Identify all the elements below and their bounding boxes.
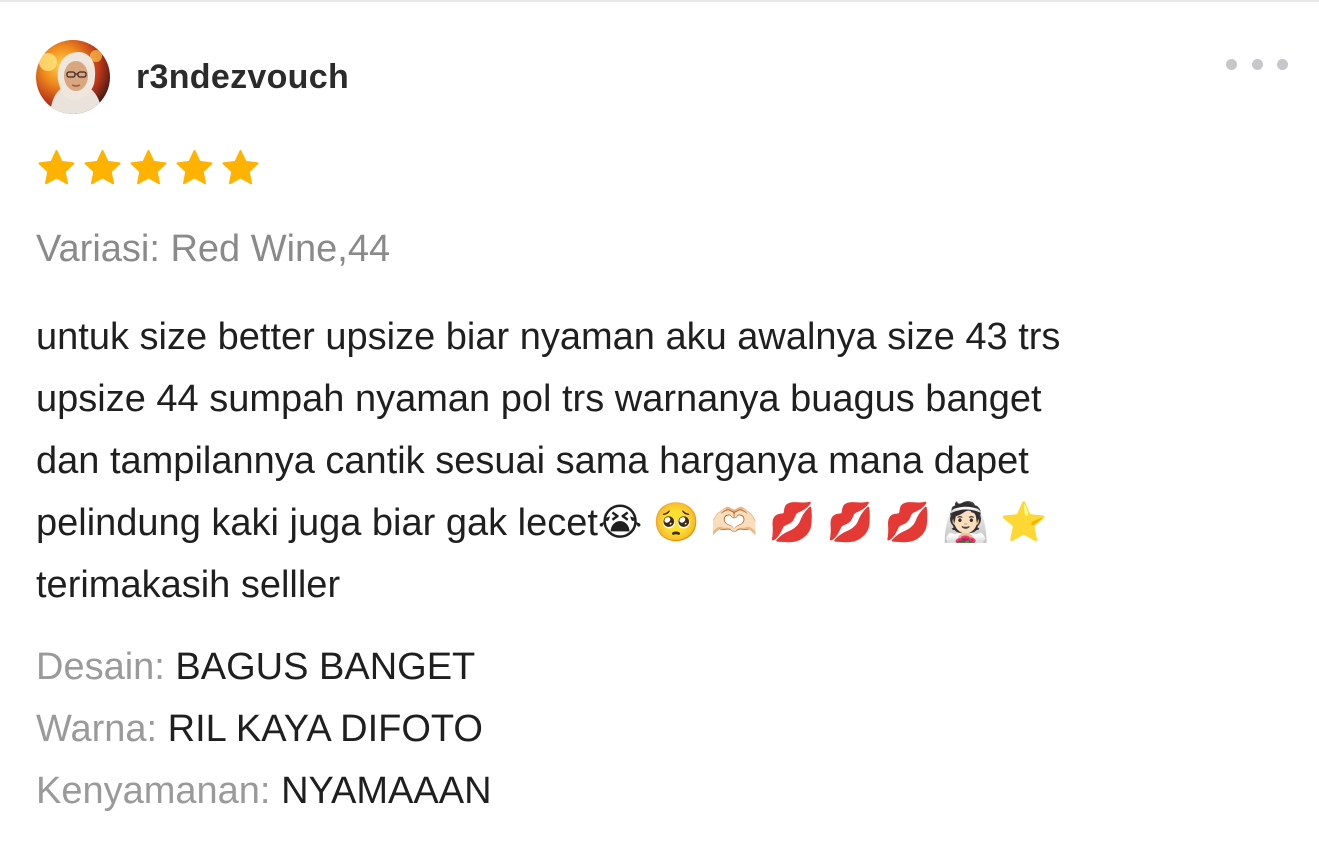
user-avatar-icon — [36, 40, 110, 114]
review-text-line: pelindung kaki juga biar gak lecet😭 🥺 🫶🏻… — [36, 502, 1048, 544]
review-card: r3ndezvouch Variasi: Red Wine,44 untuk s… — [0, 0, 1319, 850]
review-text-line: dan tampilannya cantik sesuai sama harga… — [36, 440, 1029, 482]
star-icon — [128, 148, 169, 188]
star-rating — [36, 148, 261, 188]
divider — [0, 0, 1319, 2]
attribute-label: Desain: — [36, 646, 176, 688]
more-horizontal-icon-dot — [1226, 58, 1237, 70]
attribute-value: BAGUS BANGET — [175, 646, 476, 688]
more-horizontal-icon-dot — [1251, 58, 1263, 70]
variant-label: Variasi: Red Wine,44 — [36, 228, 391, 270]
star-icon — [36, 148, 77, 188]
avatar[interactable] — [36, 40, 110, 114]
review-attributes: Desain: BAGUS BANGET Warna: RIL KAYA DIF… — [36, 636, 492, 822]
review-text-line: untuk size better upsize biar nyaman aku… — [36, 316, 1061, 358]
review-header: r3ndezvouch — [36, 40, 349, 114]
attribute-value: RIL KAYA DIFOTO — [167, 708, 483, 750]
more-options-button[interactable] — [1226, 50, 1288, 78]
attribute-row-warna: Warna: RIL KAYA DIFOTO — [36, 698, 492, 760]
attribute-row-desain: Desain: BAGUS BANGET — [36, 636, 492, 698]
attribute-label: Warna: — [36, 708, 168, 750]
more-horizontal-icon-dot — [1277, 58, 1288, 70]
attribute-value: NYAMAAAN — [281, 770, 492, 812]
star-icon — [174, 148, 215, 188]
username[interactable]: r3ndezvouch — [136, 58, 349, 97]
star-icon — [220, 148, 261, 188]
review-text-line: terimakasih selller — [36, 564, 341, 606]
review-text-line: upsize 44 sumpah nyaman pol trs warnanya… — [36, 378, 1042, 420]
star-icon — [82, 148, 123, 188]
review-text: untuk size better upsize biar nyaman aku… — [36, 306, 1286, 616]
attribute-label: Kenyamanan: — [36, 770, 282, 812]
attribute-row-kenyamanan: Kenyamanan: NYAMAAAN — [36, 760, 492, 822]
